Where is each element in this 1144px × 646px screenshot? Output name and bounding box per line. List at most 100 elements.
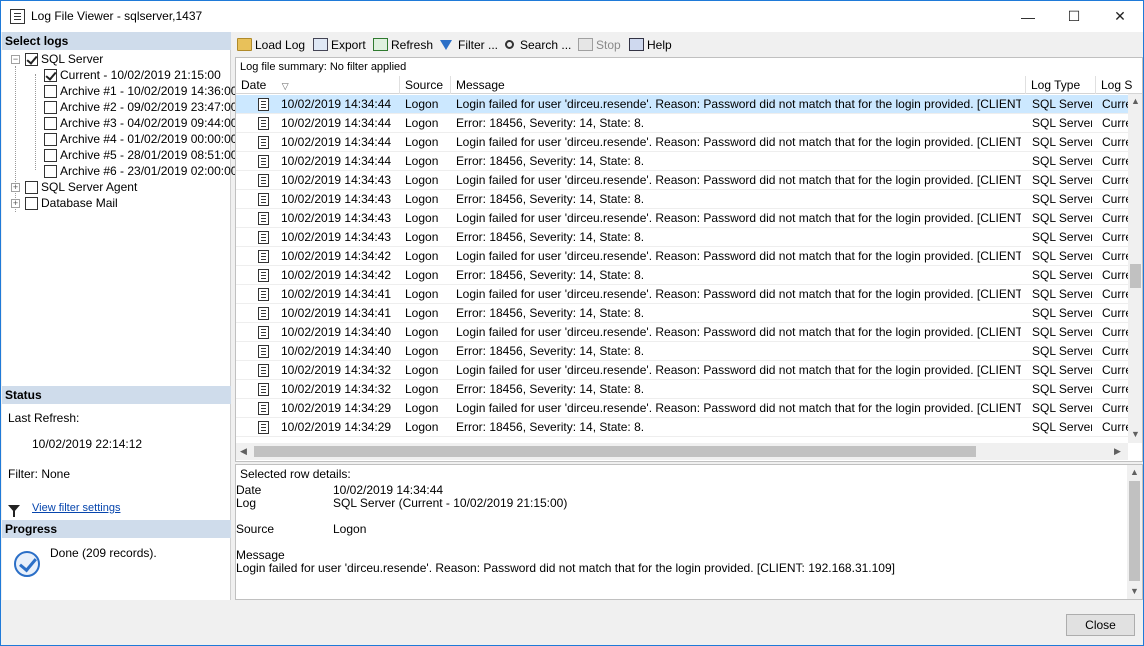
tree-node-sql-server[interactable]: − SQL Server: [11, 51, 103, 67]
scroll-down-icon[interactable]: ▼: [1130, 586, 1139, 596]
tree-node-sql-server-agent[interactable]: + SQL Server Agent: [11, 179, 137, 195]
sql-server-agent-checkbox[interactable]: [25, 180, 38, 194]
scroll-left-icon[interactable]: ◀: [240, 446, 247, 457]
table-row[interactable]: 10/02/2019 14:34:43 Logon Error: 18456, Se…: [236, 228, 1128, 247]
table-row[interactable]: 10/02/2019 14:34:32 Logon Login failed for…: [236, 361, 1128, 380]
tree-node-archive-5[interactable]: Archive #5 - 28/01/2019 08:51:00: [44, 147, 237, 163]
log-entry-icon: [258, 269, 269, 282]
filter-button[interactable]: Filter ...: [440, 36, 498, 53]
table-row[interactable]: 10/02/2019 14:34:29 Logon Error: 18456, Se…: [236, 418, 1128, 437]
details-vertical-scrollbar[interactable]: ▲ ▼: [1127, 465, 1142, 599]
horizontal-scrollbar[interactable]: ◀ ▶: [236, 443, 1128, 460]
scroll-up-icon[interactable]: ▲: [1131, 96, 1140, 106]
search-button[interactable]: Search ...: [505, 36, 571, 53]
help-button[interactable]: Help: [629, 36, 672, 53]
cell-date: 10/02/2019 14:34:40: [281, 344, 392, 358]
log-entries-grid: Log file summary: No filter applied Date…: [235, 57, 1143, 462]
table-row[interactable]: 10/02/2019 14:34:43 Logon Login failed for…: [236, 209, 1128, 228]
cell-message: Error: 18456, Severity: 14, State: 8.: [456, 306, 645, 320]
archive-1-checkbox[interactable]: [44, 84, 57, 98]
log-entry-icon: [258, 402, 269, 415]
search-icon: [505, 40, 514, 49]
tree-node-archive-1[interactable]: Archive #1 - 10/02/2019 14:36:00: [44, 83, 237, 99]
column-header-log-type[interactable]: Log Type: [1026, 76, 1096, 94]
stop-button[interactable]: Stop: [578, 36, 621, 53]
tree-node-archive-3[interactable]: Archive #3 - 04/02/2019 09:44:00: [44, 115, 237, 131]
table-row[interactable]: 10/02/2019 14:34:44 Logon Login failed for…: [236, 95, 1128, 114]
refresh-button[interactable]: Refresh: [373, 36, 433, 53]
details-scroll-thumb[interactable]: [1129, 481, 1140, 581]
tree-node-label: Database Mail: [41, 196, 118, 210]
cell-message: Login failed for user 'dirceu.resende'. …: [456, 211, 1021, 225]
details-message-value: Login failed for user 'dirceu.resende'. …: [236, 561, 895, 575]
cell-source: Logon: [405, 211, 439, 225]
close-window-button[interactable]: ✕: [1097, 1, 1143, 32]
view-filter-settings-link[interactable]: View filter settings: [32, 502, 120, 514]
tree-node-archive-4[interactable]: Archive #4 - 01/02/2019 00:00:00: [44, 131, 237, 147]
archive-5-checkbox[interactable]: [44, 148, 57, 162]
current-log-checkbox[interactable]: [44, 68, 57, 82]
cell-source: Logon: [405, 230, 439, 244]
archive-4-checkbox[interactable]: [44, 132, 57, 146]
table-row[interactable]: 10/02/2019 14:34:41 Logon Login failed for…: [236, 285, 1128, 304]
cell-log-source: Current: [1102, 135, 1128, 149]
table-row[interactable]: 10/02/2019 14:34:44 Logon Error: 18456, Se…: [236, 152, 1128, 171]
close-button[interactable]: Close: [1066, 614, 1135, 636]
maximize-button[interactable]: ☐: [1051, 1, 1097, 32]
column-header-message[interactable]: Message: [451, 76, 1026, 94]
scroll-down-icon[interactable]: ▼: [1131, 429, 1140, 439]
column-header-source[interactable]: Source: [400, 76, 451, 94]
export-button[interactable]: Export: [313, 36, 366, 53]
filter-funnel-icon: [8, 505, 20, 517]
grid-rows: 10/02/2019 14:34:44 Logon Login failed for…: [236, 95, 1128, 443]
database-mail-checkbox[interactable]: [25, 196, 38, 210]
column-header-date[interactable]: Date ▽: [236, 76, 400, 94]
cell-source: Logon: [405, 287, 439, 301]
status-header: Status: [2, 386, 231, 404]
scroll-up-icon[interactable]: ▲: [1130, 467, 1139, 477]
vertical-scrollbar[interactable]: ▲ ▼: [1128, 94, 1142, 443]
cell-log-source: Current: [1102, 306, 1128, 320]
table-row[interactable]: 10/02/2019 14:34:44 Logon Error: 18456, Se…: [236, 114, 1128, 133]
tree-node-archive-2[interactable]: Archive #2 - 09/02/2019 23:47:00: [44, 99, 237, 115]
cell-date: 10/02/2019 14:34:43: [281, 230, 392, 244]
tree-node-current[interactable]: Current - 10/02/2019 21:15:00: [44, 67, 221, 83]
cell-message: Error: 18456, Severity: 14, State: 8.: [456, 382, 645, 396]
expand-expander-icon[interactable]: +: [11, 182, 20, 192]
table-row[interactable]: 10/02/2019 14:34:32 Logon Error: 18456, Se…: [236, 380, 1128, 399]
minimize-button[interactable]: —: [1005, 1, 1051, 32]
table-row[interactable]: 10/02/2019 14:34:41 Logon Error: 18456, Se…: [236, 304, 1128, 323]
table-row[interactable]: 10/02/2019 14:34:43 Logon Login failed for…: [236, 171, 1128, 190]
expand-expander-icon[interactable]: +: [11, 198, 20, 208]
table-row[interactable]: 10/02/2019 14:34:44 Logon Login failed for…: [236, 133, 1128, 152]
progress-header: Progress: [2, 520, 231, 538]
cell-log-type: SQL Server: [1032, 306, 1092, 320]
selected-row-details-panel: Selected row details: Date 10/02/2019 14…: [235, 464, 1143, 600]
horizontal-scroll-thumb[interactable]: [254, 446, 976, 457]
log-entry-icon: [258, 117, 269, 130]
details-header: Selected row details:: [240, 467, 351, 481]
cell-message: Login failed for user 'dirceu.resende'. …: [456, 173, 1021, 187]
done-checkmark-icon: [14, 551, 40, 577]
cell-source: Logon: [405, 344, 439, 358]
table-row[interactable]: 10/02/2019 14:34:42 Logon Error: 18456, Se…: [236, 266, 1128, 285]
table-row[interactable]: 10/02/2019 14:34:43 Logon Error: 18456, Se…: [236, 190, 1128, 209]
table-row[interactable]: 10/02/2019 14:34:29 Logon Login failed for…: [236, 399, 1128, 418]
table-row[interactable]: 10/02/2019 14:34:42 Logon Login failed for…: [236, 247, 1128, 266]
tree-node-label: Current - 10/02/2019 21:15:00: [60, 68, 221, 82]
sql-server-checkbox[interactable]: [25, 52, 38, 66]
tree-line: [35, 74, 36, 170]
column-header-log-source[interactable]: Log S: [1096, 76, 1142, 94]
scroll-right-icon[interactable]: ▶: [1114, 446, 1121, 457]
archive-2-checkbox[interactable]: [44, 100, 57, 114]
load-log-button[interactable]: Load Log: [237, 36, 305, 53]
table-row[interactable]: 10/02/2019 14:34:40 Logon Error: 18456, Se…: [236, 342, 1128, 361]
archive-3-checkbox[interactable]: [44, 116, 57, 130]
tree-node-database-mail[interactable]: + Database Mail: [11, 195, 118, 211]
vertical-scroll-thumb[interactable]: [1130, 264, 1141, 288]
collapse-expander-icon[interactable]: −: [11, 54, 20, 64]
cell-source: Logon: [405, 249, 439, 263]
table-row[interactable]: 10/02/2019 14:34:40 Logon Login failed for…: [236, 323, 1128, 342]
archive-6-checkbox[interactable]: [44, 164, 57, 178]
tree-node-archive-6[interactable]: Archive #6 - 23/01/2019 02:00:00: [44, 163, 237, 179]
